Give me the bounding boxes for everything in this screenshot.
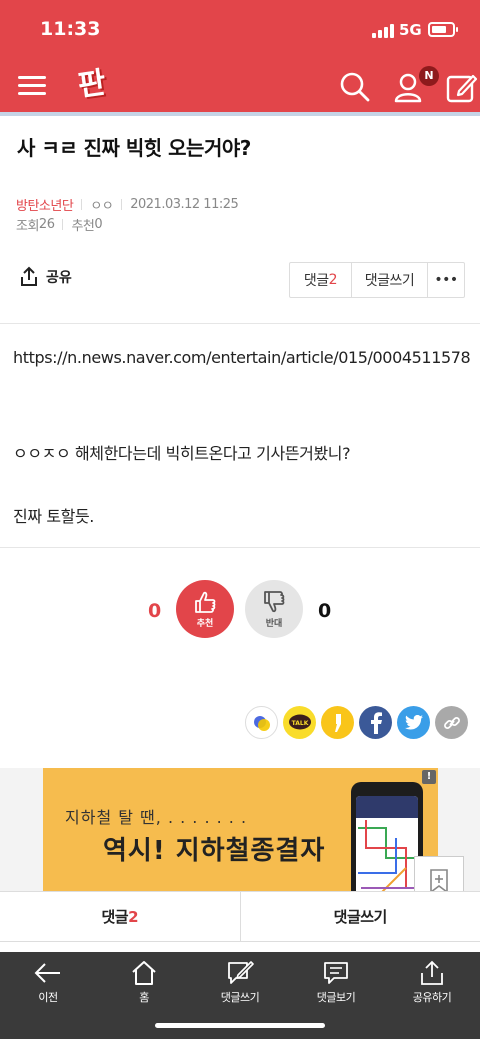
upvote-count: 0: [148, 600, 162, 622]
status-bar: 11:33 5G: [0, 0, 480, 62]
post-datetime: 2021.03.12 11:25: [130, 197, 239, 212]
post-author: ㅇㅇ: [90, 199, 114, 214]
advertisement-banner[interactable]: 지하철 탈 땐, . . . . . . . 역시! 지하철종결자 !: [43, 768, 438, 892]
view-comments-label: 댓글보기: [316, 991, 356, 1004]
facebook-share-icon[interactable]: [359, 706, 392, 739]
comments-bar: 댓글 2 댓글쓰기: [0, 891, 480, 942]
ad-info-icon[interactable]: !: [422, 770, 436, 784]
comment-write-icon: [228, 961, 254, 984]
status-time: 11:33: [40, 18, 101, 40]
back-button[interactable]: 이전: [0, 960, 96, 1005]
arrow-left-icon: [34, 963, 60, 983]
recommend-count: 0: [94, 217, 103, 232]
board-link[interactable]: 방탄소년단: [16, 195, 74, 214]
menu-icon[interactable]: [18, 74, 46, 98]
battery-icon: [428, 22, 458, 37]
comments-tab-count: 2: [128, 907, 139, 926]
comments-tab-label: 댓글: [101, 908, 129, 926]
views-label: 조회: [16, 219, 39, 234]
notification-badge: N: [419, 66, 439, 86]
comment-view-icon: [324, 962, 348, 984]
downvote-label: 반대: [265, 619, 283, 629]
upvote-label: 추천: [196, 619, 214, 629]
comments-button[interactable]: 댓글 2: [290, 263, 352, 297]
home-icon: [132, 961, 156, 985]
header-divider: [0, 112, 480, 116]
thumbs-up-icon: [195, 591, 216, 613]
ad-text: 지하철 탈 땐, . . . . . . .: [65, 808, 248, 827]
comments-count: 2: [328, 272, 338, 288]
share-label: 공유: [46, 270, 72, 286]
app-logo[interactable]: 판: [69, 62, 114, 107]
back-label: 이전: [38, 991, 58, 1004]
share-toolbar-button[interactable]: 공유하기: [384, 960, 480, 1005]
band-share-icon[interactable]: [245, 706, 278, 739]
ad-headline: 역시! 지하철종결자: [103, 836, 326, 866]
home-label: 홈: [139, 991, 149, 1004]
post-stats: 조회 26 추천 0: [16, 215, 103, 234]
home-button[interactable]: 홈: [96, 960, 192, 1005]
views-count: 26: [38, 217, 55, 232]
downvote-count: 0: [318, 600, 332, 622]
write-comment-toolbar-button[interactable]: 댓글쓰기: [192, 960, 288, 1005]
comments-tab[interactable]: 댓글 2: [0, 892, 241, 941]
signal-icon: [372, 22, 394, 38]
twitter-share-icon[interactable]: [397, 706, 430, 739]
divider: [0, 547, 480, 548]
divider: [0, 323, 480, 324]
write-comment-toolbar-label: 댓글쓰기: [220, 991, 260, 1004]
more-button[interactable]: •••: [428, 263, 464, 297]
app-header: 판 N: [0, 62, 480, 116]
home-indicator[interactable]: [155, 1023, 325, 1028]
comments-label: 댓글: [303, 273, 329, 289]
share-button[interactable]: 공유: [18, 266, 72, 288]
post-body-line: ㅇㅇㅈㅇ 해체한다는데 빅히트온다고 기사뜬거봤니?: [13, 444, 351, 463]
link-copy-icon[interactable]: [435, 706, 468, 739]
thumbs-down-icon: [264, 591, 285, 613]
ad-phone-image: [351, 782, 423, 892]
post-url[interactable]: https://n.news.naver.com/entertain/artic…: [13, 348, 471, 367]
kakaostory-share-icon[interactable]: [321, 706, 354, 739]
post-body-line: 진짜 토할듯.: [13, 507, 94, 526]
recommend-label: 추천: [71, 219, 95, 234]
share-toolbar-label: 공유하기: [412, 991, 452, 1004]
network-type: 5G: [399, 21, 422, 39]
post-title: 사 ㅋㄹ 진짜 빅힛 오는거야?: [17, 136, 251, 160]
upvote-button[interactable]: 추천: [176, 580, 234, 638]
write-icon[interactable]: [445, 70, 479, 104]
search-icon[interactable]: [338, 70, 372, 104]
post-meta: 방탄소년단 ㅇㅇ 2021.03.12 11:25: [16, 195, 239, 214]
post-action-group: 댓글 2 댓글쓰기 •••: [289, 262, 465, 298]
write-comment-tab[interactable]: 댓글쓰기: [241, 892, 480, 941]
share-icon: [421, 960, 443, 985]
view-comments-button[interactable]: 댓글보기: [288, 960, 384, 1005]
svg-text:TALK: TALK: [291, 720, 308, 727]
kakaotalk-share-icon[interactable]: TALK: [283, 706, 316, 739]
share-icon: [21, 266, 37, 286]
write-comment-button[interactable]: 댓글쓰기: [352, 263, 428, 297]
downvote-button[interactable]: 반대: [245, 580, 303, 638]
